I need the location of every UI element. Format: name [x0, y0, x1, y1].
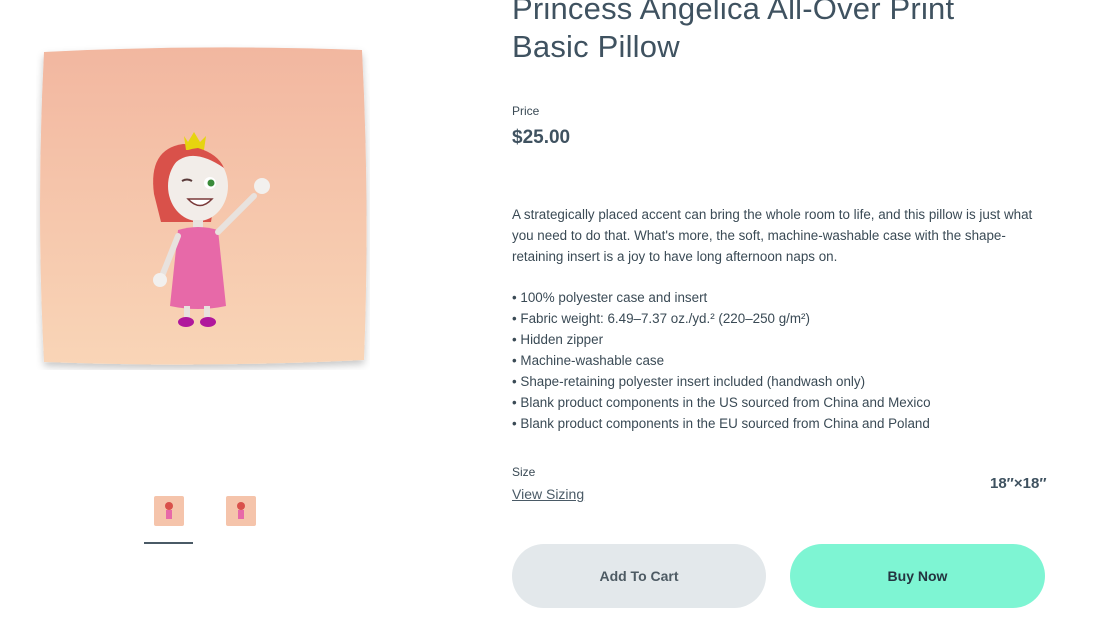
active-thumbnail-indicator	[144, 542, 193, 544]
feature-item: • Machine-washable case	[512, 353, 665, 368]
feature-item: • Blank product components in the EU sou…	[512, 416, 930, 431]
product-title: Princess Angelica All-Over Print Basic P…	[512, 0, 955, 64]
size-label: Size	[512, 465, 536, 479]
product-gallery	[0, 0, 410, 630]
product-main-image[interactable]	[36, 44, 370, 370]
size-value: 18″×18″	[990, 475, 1047, 492]
price-label: Price	[512, 104, 540, 118]
thumbnail-1[interactable]	[152, 494, 186, 528]
feature-item: • Shape-retaining polyester insert inclu…	[512, 374, 866, 389]
thumbnail-2[interactable]	[224, 494, 258, 528]
add-to-cart-button[interactable]: Add To Cart	[512, 544, 766, 608]
buy-now-button[interactable]: Buy Now	[790, 544, 1045, 608]
view-sizing-link[interactable]: View Sizing	[512, 486, 584, 502]
feature-item: • Blank product components in the US sou…	[512, 395, 931, 410]
feature-item: • Hidden zipper	[512, 332, 604, 347]
feature-list: • 100% polyester case and insert • Fabri…	[512, 287, 1042, 434]
price-value: $25.00	[512, 127, 571, 148]
feature-item: • Fabric weight: 6.49–7.37 oz./yd.² (220…	[512, 311, 810, 326]
product-description: A strategically placed accent can bring …	[512, 207, 1033, 264]
feature-item: • 100% polyester case and insert	[512, 290, 708, 305]
